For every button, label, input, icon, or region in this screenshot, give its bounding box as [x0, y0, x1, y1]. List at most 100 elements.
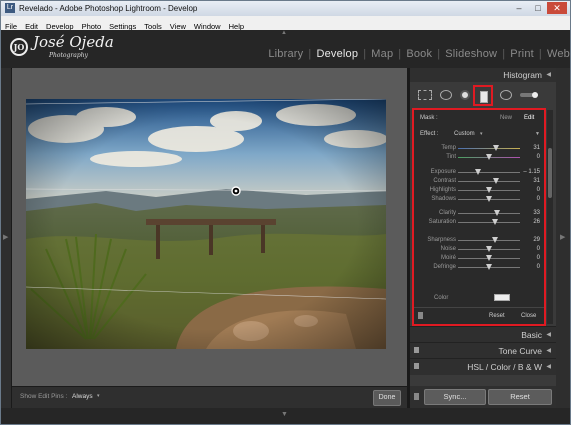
- histogram-header[interactable]: Histogram ◀: [410, 68, 556, 82]
- slider-handle[interactable]: [486, 255, 492, 261]
- bottom-panel-edge[interactable]: ▼: [1, 408, 570, 424]
- slider-label: Exposure: [430, 169, 456, 175]
- slider-row: Clarity 33: [414, 209, 544, 218]
- toggle-switch-icon[interactable]: [418, 312, 423, 319]
- module-map[interactable]: Map: [371, 48, 393, 60]
- toggle-switch-icon[interactable]: [414, 393, 419, 400]
- edit-pins-select[interactable]: Always: [72, 393, 93, 400]
- slider-value[interactable]: 0: [537, 154, 540, 160]
- minimize-button[interactable]: –: [509, 2, 529, 14]
- chevron-down-icon[interactable]: ▾: [480, 131, 483, 137]
- slider-label: Highlights: [429, 187, 456, 193]
- slider-value[interactable]: 33: [533, 210, 540, 216]
- slider-label: Temp: [441, 145, 456, 151]
- sync-reset-bar: Sync... Reset: [410, 386, 556, 408]
- mask-new-button[interactable]: New: [500, 115, 512, 121]
- spot-removal-icon[interactable]: [440, 90, 452, 100]
- slider-row: Moiré 0: [414, 254, 544, 263]
- reset-button[interactable]: Reset: [488, 389, 552, 405]
- chevron-down-icon[interactable]: ▾: [97, 393, 100, 399]
- slider-handle[interactable]: [486, 246, 492, 252]
- slider-track[interactable]: [458, 213, 520, 214]
- slider-value[interactable]: 0: [537, 246, 540, 252]
- slider-handle[interactable]: [486, 187, 492, 193]
- slider-label: Defringe: [433, 264, 456, 270]
- slider-handle[interactable]: [494, 210, 501, 216]
- slider-handle[interactable]: [486, 196, 492, 202]
- slider-handle[interactable]: [493, 145, 500, 151]
- slider-value[interactable]: 31: [533, 145, 540, 151]
- slider-track[interactable]: [458, 240, 520, 241]
- slider-value[interactable]: 26: [533, 219, 540, 225]
- panel-scrollbar[interactable]: [547, 110, 553, 324]
- slider-value[interactable]: 0: [537, 255, 540, 261]
- slider-handle[interactable]: [486, 154, 492, 160]
- slider-track[interactable]: [458, 181, 520, 182]
- done-button[interactable]: Done: [373, 390, 401, 406]
- slider-track[interactable]: [458, 172, 520, 173]
- graduated-filter-icon[interactable]: [480, 91, 488, 103]
- lightroom-window: Lr Revelado - Adobe Photoshop Lightroom …: [0, 0, 571, 425]
- basic-section[interactable]: Basic ◀: [410, 326, 556, 343]
- scrollbar-thumb[interactable]: [548, 148, 552, 198]
- maximize-button[interactable]: □: [528, 2, 548, 14]
- effect-preset-select[interactable]: Custom: [454, 131, 475, 137]
- expand-triangle-icon[interactable]: ◀: [546, 347, 551, 354]
- slider-row: Temp 31: [414, 144, 544, 153]
- window-title: Revelado - Adobe Photoshop Lightroom - D…: [19, 4, 198, 13]
- slider-row: Exposure – 1.15: [414, 168, 544, 177]
- close-button[interactable]: ✕: [547, 2, 567, 14]
- left-panel-edge[interactable]: ▶: [1, 68, 11, 408]
- slider-handle[interactable]: [493, 178, 500, 184]
- slider-handle[interactable]: [492, 219, 499, 225]
- slider-value[interactable]: 31: [533, 178, 540, 184]
- slider-handle[interactable]: [486, 264, 492, 270]
- module-develop[interactable]: Develop: [316, 48, 358, 60]
- slider-value[interactable]: 0: [537, 187, 540, 193]
- slider-value[interactable]: 0: [537, 264, 540, 270]
- module-slideshow[interactable]: Slideshow: [445, 48, 497, 60]
- hsl-section[interactable]: HSL / Color / B & W ◀: [410, 358, 556, 375]
- collapse-triangle-icon[interactable]: ◀: [546, 71, 551, 78]
- photo-preview[interactable]: [26, 99, 386, 349]
- color-swatch[interactable]: [494, 294, 510, 301]
- slider-track[interactable]: [458, 222, 520, 223]
- top-panel-toggle-icon[interactable]: ▲: [281, 30, 287, 36]
- slider-row: Sharpness 29: [414, 236, 544, 245]
- toggle-switch-icon[interactable]: [414, 363, 419, 369]
- slider-handle[interactable]: [474, 169, 481, 175]
- reset-mask-button[interactable]: Reset: [489, 313, 505, 319]
- slider-row: Contrast 31: [414, 177, 544, 186]
- image-view: [12, 68, 407, 386]
- toggle-switch-icon[interactable]: [414, 347, 419, 353]
- close-mask-button[interactable]: Close: [521, 313, 536, 319]
- module-web[interactable]: Web: [547, 48, 570, 60]
- develop-toolbar: Show Edit Pins : Always ▾ Done: [12, 386, 407, 409]
- expand-triangle-icon[interactable]: ◀: [546, 363, 551, 370]
- slider-track[interactable]: [458, 148, 520, 149]
- crop-overlay-icon[interactable]: [418, 90, 432, 100]
- red-eye-icon[interactable]: [460, 90, 470, 100]
- collapse-right-icon[interactable]: ▶: [560, 233, 565, 241]
- expand-left-icon[interactable]: ▶: [3, 233, 8, 241]
- module-library[interactable]: Library: [268, 48, 303, 60]
- slider-row: Saturation 26: [414, 218, 544, 227]
- expand-triangle-icon[interactable]: ◀: [546, 331, 551, 338]
- graduated-filter-panel: Mask : New Edit Effect : Custom ▾ ▼ Temp…: [414, 110, 544, 324]
- module-print[interactable]: Print: [510, 48, 534, 60]
- right-panel-edge[interactable]: ▶: [556, 68, 570, 408]
- slider-value[interactable]: 0: [537, 196, 540, 202]
- identity-name: José Ojeda: [33, 33, 114, 51]
- tool-strip: [410, 82, 556, 108]
- module-book[interactable]: Book: [406, 48, 432, 60]
- right-panel: Histogram ◀ Mask : New Edit Effect : Cus…: [410, 68, 556, 408]
- expand-filmstrip-icon[interactable]: ▼: [281, 411, 288, 418]
- sync-button[interactable]: Sync...: [424, 389, 486, 405]
- slider-value[interactable]: 29: [533, 237, 540, 243]
- slider-handle[interactable]: [492, 237, 499, 243]
- tone-curve-section[interactable]: Tone Curve ◀: [410, 342, 556, 359]
- radial-filter-icon[interactable]: [500, 90, 512, 100]
- collapse-triangle-icon[interactable]: ▼: [535, 131, 540, 137]
- slider-value[interactable]: – 1.15: [523, 169, 540, 175]
- mask-edit-button[interactable]: Edit: [524, 115, 534, 121]
